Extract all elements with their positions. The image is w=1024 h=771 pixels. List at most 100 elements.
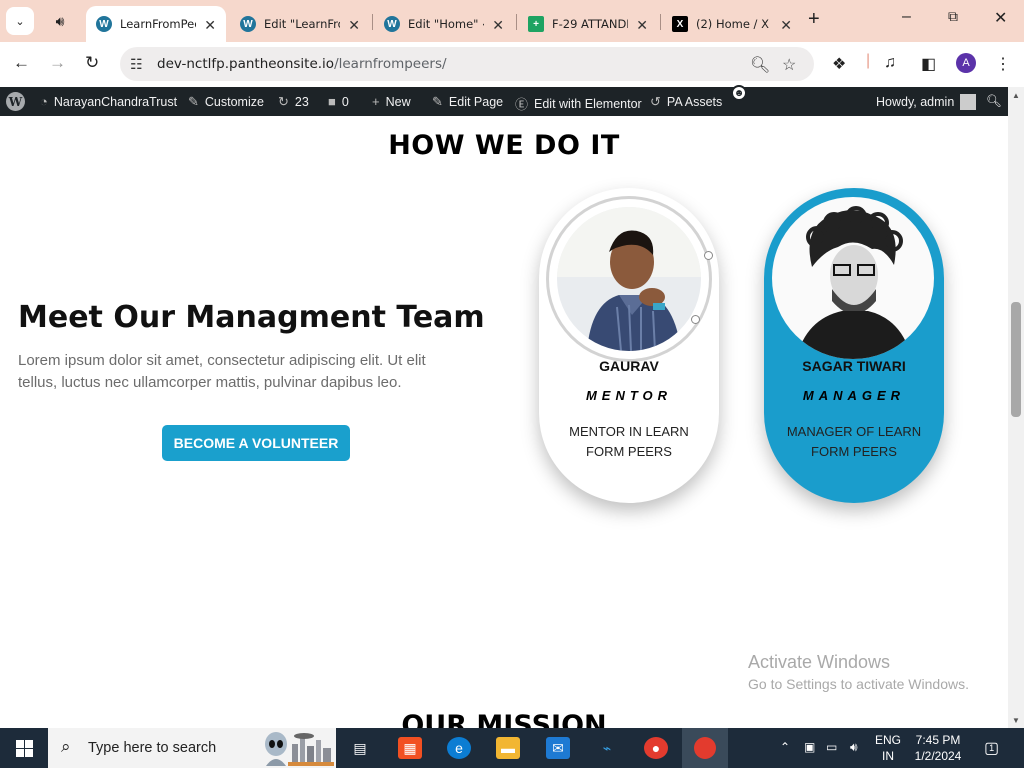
show-hidden-icons[interactable]: ⌃ [780,740,790,754]
admin-customize[interactable]: ✎ Customize [188,94,264,110]
admin-edit-elementor[interactable]: Ⓔ Edit with Elementor [515,94,642,113]
search-placeholder: Type here to search [88,740,217,756]
volume-icon[interactable]: 🔊︎ [850,740,858,755]
section-title: HOW WE DO IT [388,130,620,161]
forward-arrow-icon[interactable]: → [49,53,66,73]
comments-count: 0 [341,94,349,109]
admin-account[interactable]: Howdy, admin [876,94,977,110]
elementor-icon: Ⓔ [515,97,529,112]
extensions-icon[interactable]: ❖ [832,54,846,74]
toolbar-divider: | [866,52,871,69]
chrome-icon[interactable]: ● [644,737,668,759]
admin-site-name[interactable]: ◔ NarayanChandraTrust [40,94,177,109]
profile-avatar[interactable]: A [956,53,976,73]
task-view-icon[interactable]: ▤ [348,737,372,759]
remote-app-icon[interactable]: ⌁ [595,737,619,759]
updates-count: 23 [294,95,309,109]
pa-assets-label: PA Assets [666,95,723,109]
new-label: New [385,94,411,109]
dashboard-icon: ◔ [40,94,48,109]
wordpress-icon: W [384,16,400,32]
member-name: GAURAV [599,358,659,374]
notification-count: 1 [989,743,995,753]
notification-icon[interactable]: ▢1 [984,738,1004,758]
taskbar-search[interactable]: ⌕ Type here to search [48,728,336,768]
back-arrow-icon[interactable]: ← [13,53,30,73]
side-panel-icon[interactable]: ◧ [921,54,936,74]
tab-search-button[interactable]: ⌄ [6,7,34,35]
tab-attendance-sheet[interactable]: + F-29 ATTANDE ✕ [518,6,658,42]
close-icon[interactable]: ✕ [636,17,648,34]
browser-tab-strip: ⌄ 🔊︎ W LearnFromPeers ✕ W Edit "LearnFro… [0,0,1024,42]
close-icon[interactable]: ✕ [348,17,360,34]
member-role: MENTOR [585,388,673,403]
x-icon: X [672,16,688,32]
close-icon[interactable]: ✕ [204,17,216,34]
edge-browser-icon[interactable]: e [447,737,471,759]
tab-separator [660,14,661,30]
media-queue-icon[interactable]: ♫ [884,54,896,72]
sheets-icon: + [528,16,544,32]
tab-title: (2) Home / X [696,17,769,31]
tab-edit-home[interactable]: W Edit "Home" ‹ ✕ [374,6,514,42]
tab-learnfrompeers[interactable]: W LearnFromPeers ✕ [86,6,226,42]
pencil-icon: ✎ [432,94,443,109]
admin-edit-page[interactable]: ✎ Edit Page [432,94,503,110]
minimize-icon[interactable]: – [902,8,911,26]
language-indicator[interactable]: ENG IN [870,732,906,764]
ring-dot [691,315,700,324]
file-explorer-icon[interactable]: ▬ [496,737,520,759]
chrome-profile-active-icon[interactable] [682,728,728,768]
tab-title: Edit "Home" ‹ [408,17,484,31]
howdy-label: Howdy, admin [876,95,955,109]
close-icon[interactable]: ✕ [780,17,792,34]
team-member-card: GAURAV MENTOR MENTOR IN LEARN FORM PEERS [539,188,719,503]
microsoft-store-icon[interactable]: ▦ [398,737,422,759]
admin-search-icon[interactable]: 🔍︎ [986,94,1002,109]
mail-icon[interactable]: ✉ [546,737,570,759]
bookmark-star-icon[interactable]: ☆ [782,55,796,75]
restore-icon[interactable]: ⧉ [948,8,958,25]
next-section-title: OUR MISSION [401,710,607,728]
tab-separator [516,14,517,30]
admin-pa-assets[interactable]: ↺ PA Assets [650,94,722,110]
wp-admin-bar: W ◔ NarayanChandraTrust ✎ Customize ↻ 23… [0,87,1008,116]
page-scrollbar[interactable]: ▲ ▼ [1008,87,1024,728]
scroll-up-arrow-icon[interactable]: ▲ [1012,91,1020,100]
clock-date: 1/2/2024 [914,749,962,763]
zoom-icon[interactable]: 🔍︎ [750,55,770,75]
photo-frame [546,196,713,362]
site-info-icon[interactable]: ☷ [130,56,143,73]
admin-comments[interactable]: ■ 0 [328,94,349,109]
comment-icon: ■ [328,94,336,109]
wordpress-logo-icon[interactable]: W [6,92,25,111]
member-photo [557,207,701,351]
new-tab-button[interactable]: + [808,8,820,31]
windows-start-button[interactable] [0,728,48,768]
tab-edit-learnfrompeers[interactable]: W Edit "LearnFro ✕ [230,6,370,42]
reload-icon[interactable]: ↻ [85,53,99,73]
admin-new[interactable]: + New [372,94,411,109]
kebab-menu-icon[interactable]: ⋮ [995,54,1011,74]
updates-icon: ↻ [278,94,289,109]
scroll-down-arrow-icon[interactable]: ▼ [1012,716,1020,725]
become-volunteer-button[interactable]: BECOME A VOLUNTEER [162,425,350,461]
tab-title: LearnFromPeers [120,17,196,31]
address-bar[interactable]: ☷ dev-nctlfp.pantheonsite.io/learnfrompe… [120,47,814,81]
device-icon[interactable]: ▣ [804,740,815,754]
edit-page-label: Edit Page [448,95,504,109]
network-icon[interactable]: ▭ [826,740,837,754]
windows-taskbar: ⌕ Type here to search ▤ ▦ e ▬ ✉ ⌁ ● ⌃ ▣ [0,728,1024,768]
admin-updates[interactable]: ↻ 23 [278,94,309,110]
close-icon[interactable]: ✕ [492,17,504,34]
activate-windows-subtitle: Go to Settings to activate Windows. [748,676,969,692]
ring-dot [704,251,713,260]
system-clock[interactable]: 7:45 PM 1/2/2024 [908,732,968,764]
tab-x-home[interactable]: X (2) Home / X ✕ [662,6,802,42]
speaker-icon[interactable]: 🔊︎ [46,7,74,35]
url-host: dev-nctlfp.pantheonsite.io [157,56,335,72]
scroll-thumb[interactable] [1011,302,1021,417]
window-close-icon[interactable]: ✕ [994,8,1007,28]
search-icon: ⌕ [61,737,71,756]
url-text: dev-nctlfp.pantheonsite.io/learnfrompeer… [157,56,447,72]
